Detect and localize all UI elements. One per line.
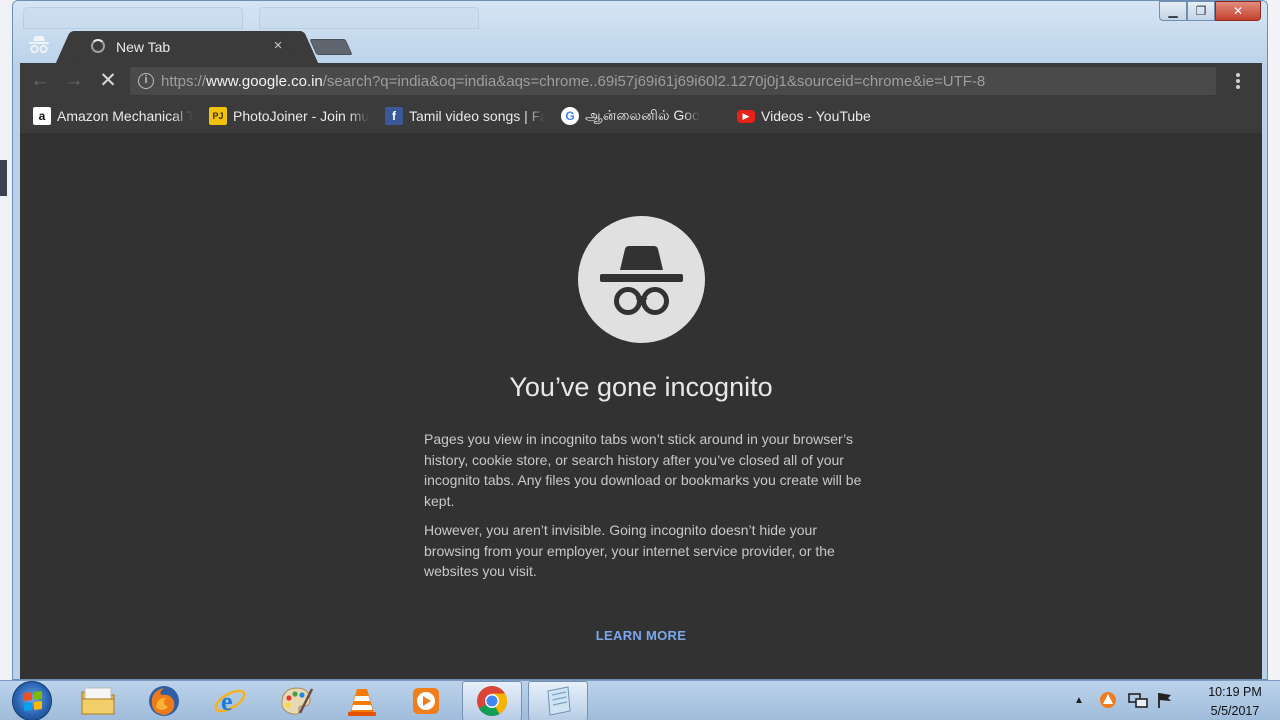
- clock-date: 5/5/2017: [1210, 704, 1260, 718]
- browser-toolbar: ← → ✕ i https://www.google.co.in/search?…: [20, 63, 1262, 99]
- url-path: /search?q=india&oq=india&aqs=chrome..69i…: [322, 73, 986, 90]
- paint-taskbar-button[interactable]: [266, 681, 326, 720]
- chrome-icon: [477, 686, 508, 717]
- photojoiner-icon: PJ: [209, 107, 227, 125]
- maximize-button[interactable]: ❐: [1187, 1, 1215, 21]
- incognito-page: You’ve gone incognito Pages you view in …: [20, 133, 1262, 679]
- info-icon[interactable]: i: [138, 73, 154, 89]
- bookmark-amazon-mechanical-turk[interactable]: a Amazon Mechanical T: [33, 104, 193, 128]
- minimize-button[interactable]: ▁: [1159, 1, 1187, 21]
- media-player-icon: [413, 688, 439, 714]
- tab-title: New Tab: [116, 39, 171, 55]
- internet-explorer-icon: e: [214, 687, 246, 716]
- avast-icon[interactable]: [1098, 690, 1118, 710]
- windows-taskbar: e ▲ 10:19 PM 5/5/2017: [0, 680, 1280, 720]
- vlc-taskbar-button[interactable]: [332, 681, 392, 720]
- windows-logo-icon: [24, 691, 42, 711]
- notepad-taskbar-button[interactable]: [528, 681, 588, 720]
- bookmark-label: ஆன்லைனில் Goo: [585, 106, 700, 123]
- vlc-cone-icon: [348, 689, 376, 716]
- forward-button[interactable]: →: [62, 69, 86, 93]
- url-host: www.google.co.in: [206, 73, 323, 90]
- start-button[interactable]: [12, 681, 52, 720]
- svg-text:e: e: [221, 687, 233, 716]
- incognito-logo-icon: [578, 216, 705, 343]
- close-window-button[interactable]: ✕: [1215, 1, 1261, 21]
- tab-close-icon[interactable]: ×: [269, 37, 287, 54]
- incognito-indicator-icon: [29, 36, 49, 54]
- new-tab-button[interactable]: [309, 39, 353, 55]
- youtube-icon: ▶: [737, 109, 755, 123]
- bookmark-label: Tamil video songs | Fa: [409, 108, 545, 124]
- media-player-taskbar-button[interactable]: [396, 681, 456, 720]
- url-text[interactable]: https://www.google.co.in/search?q=india&…: [161, 73, 985, 90]
- loading-spinner-icon: [91, 39, 105, 53]
- bookmark-label: Videos - YouTube: [761, 108, 871, 124]
- bookmark-label: Amazon Mechanical T: [57, 108, 193, 124]
- incognito-description: Pages you view in incognito tabs won’t s…: [424, 431, 862, 509]
- bookmark-photojoiner[interactable]: PJ PhotoJoiner - Join mu: [209, 104, 369, 128]
- chrome-window: ▁ ❐ ✕ New Tab × ← → ✕ i https://www.goog…: [12, 0, 1268, 680]
- clock-time: 10:19 PM: [1208, 685, 1262, 699]
- folder-icon: [81, 687, 115, 715]
- back-button[interactable]: ←: [28, 69, 52, 93]
- network-icon[interactable]: [1128, 692, 1148, 710]
- bookmark-tamil-video-songs[interactable]: f Tamil video songs | Fa: [385, 104, 545, 128]
- chrome-menu-icon[interactable]: [1236, 73, 1240, 89]
- bookmarks-bar: a Amazon Mechanical T PJ PhotoJoiner - J…: [20, 99, 1262, 133]
- tab-new-tab[interactable]: New Tab ×: [73, 31, 301, 63]
- chrome-taskbar-button[interactable]: [462, 681, 522, 720]
- page-heading: You’ve gone incognito: [509, 372, 773, 402]
- window-caption-buttons: ▁ ❐ ✕: [1159, 1, 1261, 21]
- system-tray: ▲: [1070, 681, 1190, 720]
- desktop-left-edge: [0, 160, 7, 196]
- show-hidden-icons-chevron-icon[interactable]: ▲: [1074, 695, 1084, 706]
- internet-explorer-taskbar-button[interactable]: e: [200, 681, 260, 720]
- paint-palette-icon: [281, 687, 314, 715]
- google-icon: G: [561, 107, 579, 125]
- bookmark-google-online[interactable]: G ஆன்லைனில் Goo: [561, 104, 721, 128]
- bookmark-youtube[interactable]: ▶ Videos - YouTube: [737, 104, 871, 128]
- background-window-tabs: [23, 1, 503, 31]
- firefox-taskbar-button[interactable]: [134, 681, 194, 720]
- firefox-icon: [149, 686, 179, 716]
- facebook-icon: f: [385, 107, 403, 125]
- stop-loading-button[interactable]: ✕: [96, 69, 120, 93]
- action-center-flag-icon[interactable]: [1156, 691, 1174, 709]
- windows-explorer-taskbar-button[interactable]: [68, 681, 128, 720]
- notepad-icon: [547, 686, 571, 716]
- url-scheme: https://: [161, 73, 207, 90]
- learn-more-link[interactable]: LEARN MORE: [20, 628, 1262, 643]
- incognito-warning: However, you aren’t invisible. Going inc…: [424, 522, 835, 580]
- address-bar[interactable]: i https://www.google.co.in/search?q=indi…: [130, 67, 1216, 95]
- desktop-right-edge: [1266, 0, 1280, 680]
- amazon-icon: a: [33, 107, 51, 125]
- bookmark-label: PhotoJoiner - Join mu: [233, 108, 369, 124]
- taskbar-clock[interactable]: 10:19 PM 5/5/2017: [1196, 683, 1274, 720]
